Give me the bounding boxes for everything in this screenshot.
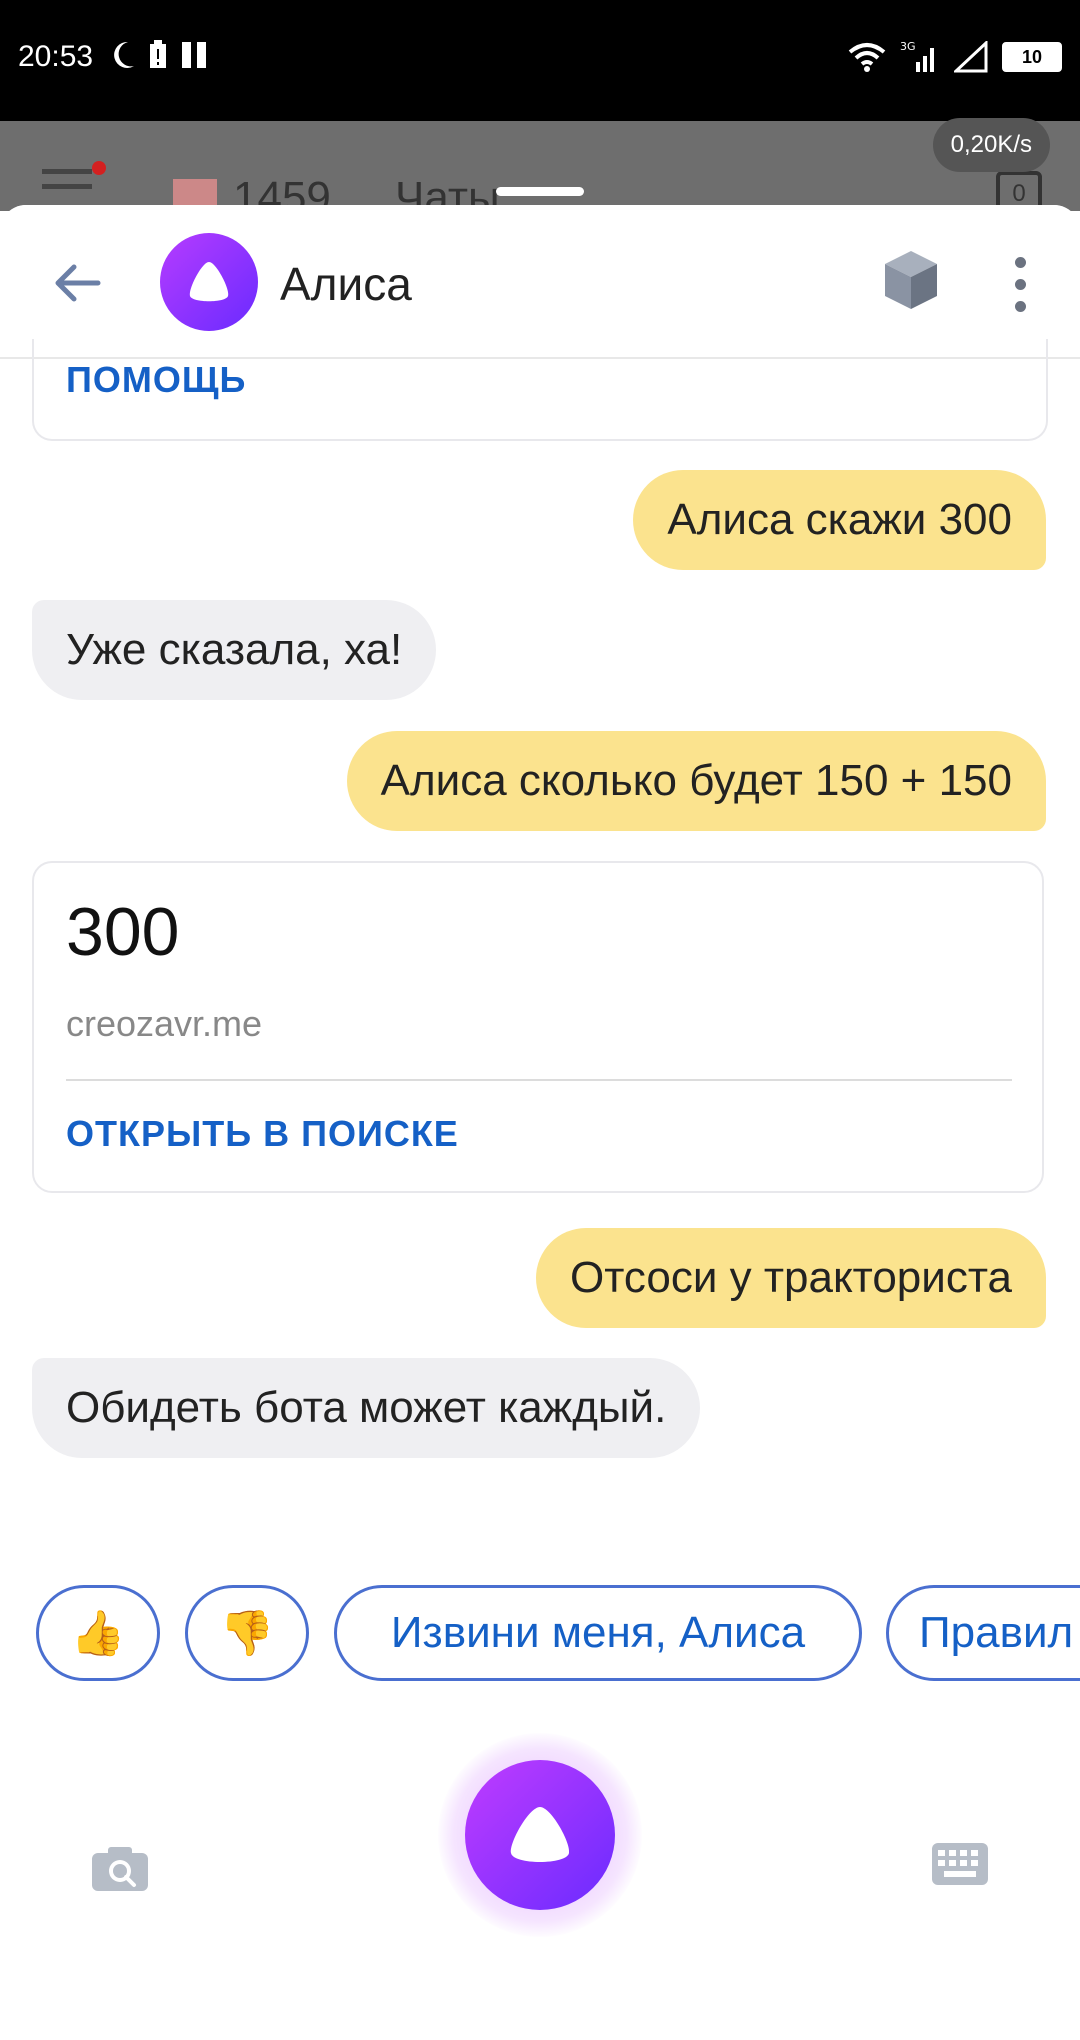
cube-icon[interactable] xyxy=(880,247,942,313)
camera-search-icon[interactable] xyxy=(90,1843,150,1893)
menu-icon xyxy=(42,169,92,199)
alice-sheet: Алиса ПОМОЩЬ Алиса скажи 300 Уже сказала… xyxy=(0,205,1080,2040)
alice-avatar-icon xyxy=(160,233,258,331)
suggestion-rules[interactable]: Правил xyxy=(886,1585,1080,1681)
battery-alert-icon xyxy=(150,40,166,68)
help-link[interactable]: ПОМОЩЬ xyxy=(66,359,246,401)
svg-text:3G: 3G xyxy=(900,40,916,53)
back-arrow-icon[interactable] xyxy=(48,255,104,311)
moon-icon xyxy=(114,41,134,68)
message-user: Алиса скажи 300 xyxy=(633,470,1046,570)
answer-source[interactable]: creozavr.me xyxy=(66,1003,262,1045)
message-bot: Обидеть бота может каждый. xyxy=(32,1358,701,1458)
battery-icon: 10 xyxy=(1002,42,1062,72)
status-time: 20:53 xyxy=(18,40,94,73)
more-vert-icon[interactable] xyxy=(1012,257,1028,323)
answer-value: 300 xyxy=(66,894,180,970)
suggestion-apologize[interactable]: Извини меня, Алиса xyxy=(334,1585,862,1681)
signal-3g-icon: 3G xyxy=(900,40,934,72)
background-app: 1459 Чаты 0 xyxy=(0,121,1080,222)
header: Алиса xyxy=(0,205,1080,359)
page-title: Алиса xyxy=(280,258,412,310)
sheet-drag-handle[interactable] xyxy=(496,187,584,196)
answer-card: 300 creozavr.me ОТКРЫТЬ В ПОИСКЕ xyxy=(32,861,1044,1193)
signal-empty-icon xyxy=(954,41,988,73)
alice-mic-icon[interactable] xyxy=(465,1760,615,1910)
wifi-icon xyxy=(848,43,886,72)
pause-icon xyxy=(182,42,206,68)
status-bar: 20:53 3G 10 xyxy=(0,0,1080,121)
open-in-search-link[interactable]: ОТКРЫТЬ В ПОИСКЕ xyxy=(66,1113,459,1155)
keyboard-icon[interactable] xyxy=(930,1841,990,1887)
help-card: ПОМОЩЬ xyxy=(32,339,1048,441)
message-bot: Уже сказала, ха! xyxy=(32,600,437,700)
notification-dot xyxy=(92,161,106,175)
divider xyxy=(66,1079,1012,1081)
dislike-button[interactable]: 👎 xyxy=(185,1585,309,1681)
message-user: Отсоси у тракториста xyxy=(535,1228,1046,1328)
network-speed: 0,20K/s xyxy=(932,118,1050,172)
message-user: Алиса сколько будет 150 + 150 xyxy=(346,731,1046,831)
suggestions-bar: 👍 👎 Извини меня, Алиса Правил xyxy=(0,1585,1080,1685)
like-button[interactable]: 👍 xyxy=(36,1585,160,1681)
